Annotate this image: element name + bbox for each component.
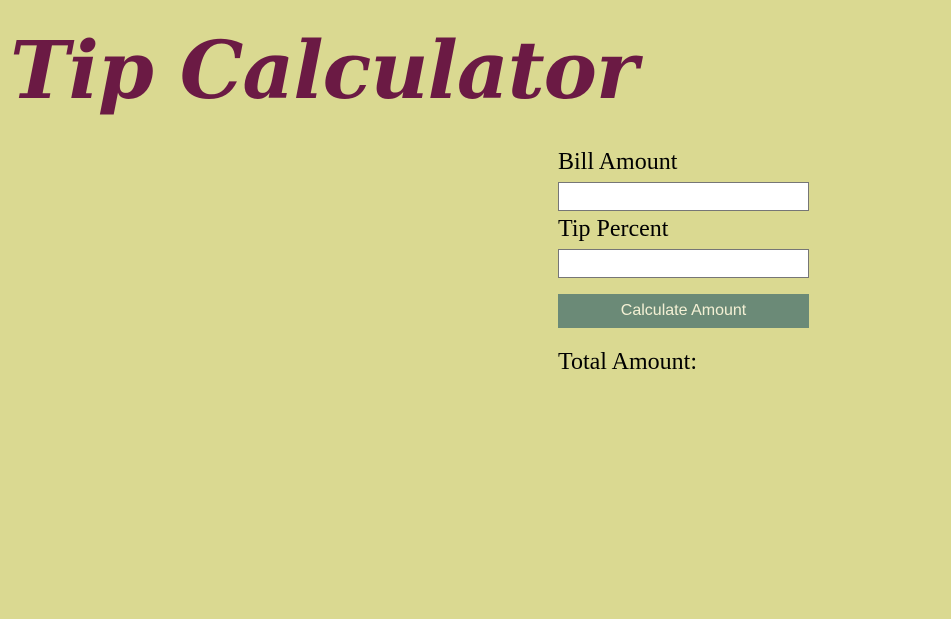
page-title: Tip Calculator [10, 23, 638, 117]
total-amount: Total Amount: [558, 348, 809, 376]
tip-percent-label: Tip Percent [558, 216, 669, 242]
tip-percent-input[interactable] [558, 249, 809, 278]
total-amount-label: Total Amount: [558, 349, 697, 375]
tip-form: Bill Amount Tip Percent Calculate Amount… [558, 148, 809, 376]
calculate-amount-button[interactable]: Calculate Amount [558, 294, 809, 328]
bill-amount-label: Bill Amount [558, 149, 678, 175]
bill-amount-input[interactable] [558, 182, 809, 211]
